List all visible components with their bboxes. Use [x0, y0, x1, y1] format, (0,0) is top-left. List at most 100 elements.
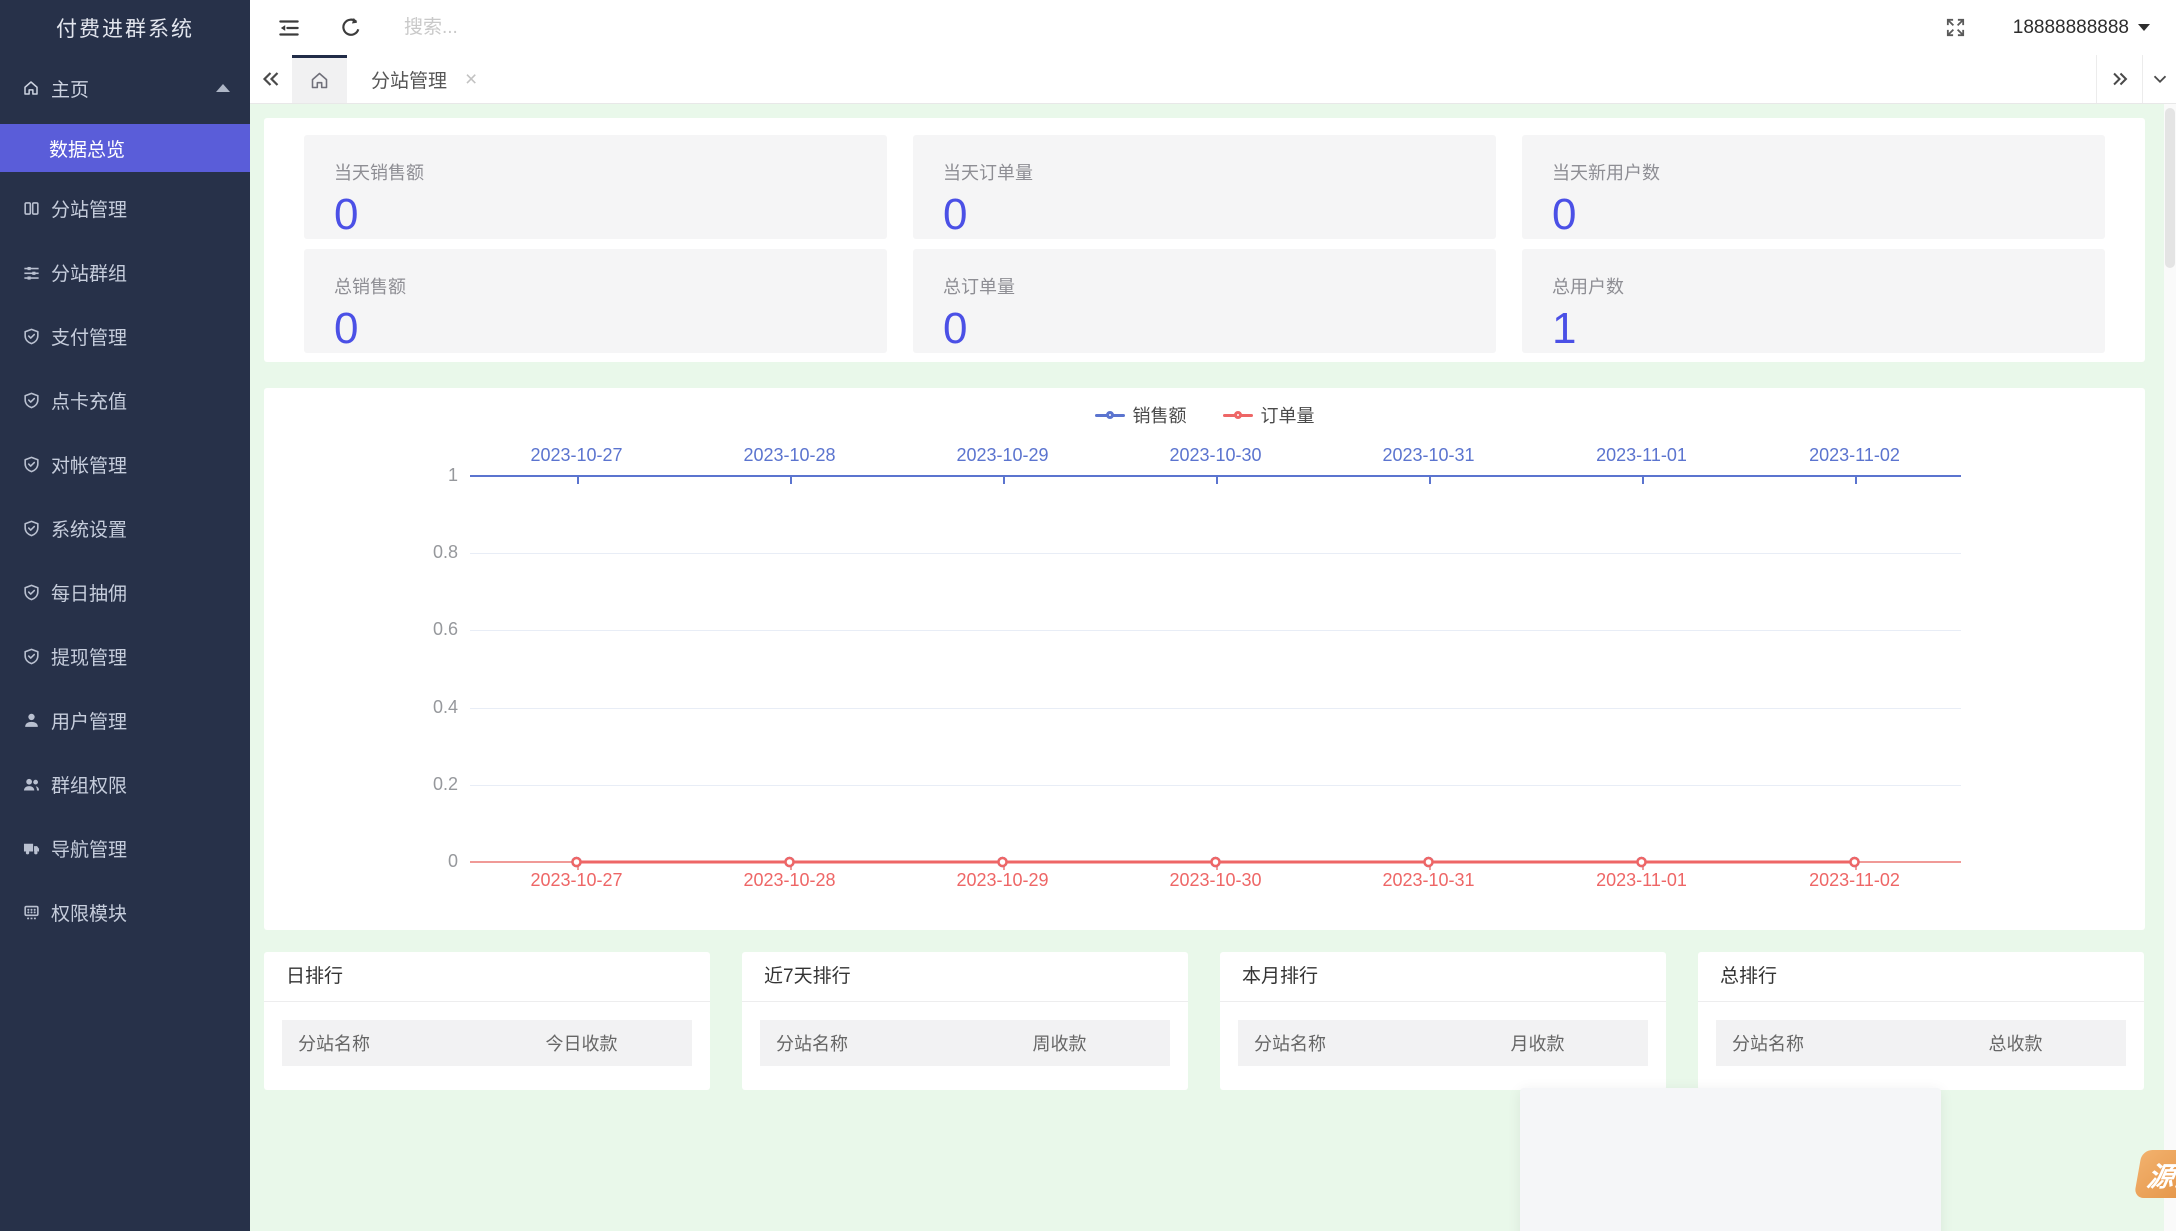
stats-panel: 当天销售额 0 当天订单量 0 当天新用户数 0 总销售额 0 总订单量 0 总… [264, 118, 2145, 362]
close-icon[interactable]: × [465, 69, 477, 90]
sidebar-item-withdrawal-management[interactable]: 提现管理 [0, 624, 250, 688]
column-header: 分站名称 [298, 1034, 370, 1054]
user-menu[interactable]: 18888888888 [2013, 17, 2150, 39]
sidebar-item-label: 对帐管理 [51, 455, 128, 477]
stat-card-total-sales: 总销售额 0 [304, 249, 887, 353]
double-chevron-left-icon [262, 72, 279, 86]
ranking-title: 日排行 [264, 952, 710, 1002]
sidebar-item-card-recharge[interactable]: 点卡充值 [0, 368, 250, 432]
double-chevron-right-icon [2112, 72, 2127, 86]
stat-value: 0 [1552, 190, 1577, 239]
user-phone: 18888888888 [2012, 16, 2129, 38]
ranking-panel-month: 本月排行 分站名称 月收款 [1220, 952, 1666, 1090]
sidebar-item-label: 群组权限 [51, 775, 128, 797]
sidebar-item-daily-commission[interactable]: 每日抽佣 [0, 560, 250, 624]
shield-check-icon [24, 328, 39, 344]
panels-icon [24, 201, 39, 215]
tabs-scroll-left-button[interactable] [250, 55, 292, 103]
sidebar-item-substation-groups[interactable]: 分站群组 [0, 240, 250, 304]
stat-card-today-new-users: 当天新用户数 0 [1522, 135, 2105, 239]
sidebar-item-payment-management[interactable]: 支付管理 [0, 304, 250, 368]
app-title: 付费进群系统 [56, 17, 194, 41]
stat-label: 总订单量 [943, 277, 1015, 297]
sliders-icon [24, 266, 39, 280]
sidebar-item-label: 数据总览 [49, 139, 126, 161]
tabs-menu-button[interactable] [2142, 55, 2176, 103]
sidebar-item-navigation-management[interactable]: 导航管理 [0, 816, 250, 880]
main-content: 当天销售额 0 当天订单量 0 当天新用户数 0 总销售额 0 总订单量 0 总… [250, 104, 2176, 1231]
sidebar-item-substation-management[interactable]: 分站管理 [0, 176, 250, 240]
search-input[interactable] [404, 16, 624, 39]
ranking-title: 总排行 [1698, 952, 2144, 1002]
data-point[interactable] [1423, 856, 1434, 868]
data-point[interactable] [997, 856, 1008, 868]
stat-value: 0 [943, 190, 968, 239]
sidebar-item-label: 每日抽佣 [51, 583, 128, 605]
data-point[interactable] [1849, 856, 1860, 868]
sidebar-item-label: 支付管理 [51, 327, 128, 349]
ranking-table-header: 分站名称 月收款 [1238, 1020, 1648, 1066]
data-point[interactable] [1210, 856, 1221, 868]
refresh-icon[interactable] [338, 15, 364, 41]
ranking-table-header: 分站名称 今日收款 [282, 1020, 692, 1066]
sidebar: 付费进群系统 主页 数据总览 分站管理 分站群组 支付管理 点卡充值 对帐管理 [0, 0, 250, 1231]
column-header: 周收款 [1032, 1034, 1087, 1054]
stat-card-today-orders: 当天订单量 0 [913, 135, 1496, 239]
sidebar-item-reconciliation-management[interactable]: 对帐管理 [0, 432, 250, 496]
home-icon [24, 81, 38, 95]
sidebar-item-data-overview[interactable]: 数据总览 [0, 124, 250, 172]
dashboard-page: { "app": { "title": "付费进群系统", "user_phon… [0, 0, 2176, 1231]
stat-value: 1 [1552, 304, 1577, 353]
users-icon [23, 778, 40, 790]
sidebar-item-label: 主页 [51, 79, 90, 101]
ranking-title: 近7天排行 [742, 952, 1188, 1002]
scrollbar[interactable] [2164, 104, 2176, 1231]
stat-label: 当天销售额 [334, 163, 424, 183]
chevron-down-icon [2138, 24, 2150, 31]
column-header: 分站名称 [776, 1034, 848, 1054]
sidebar-item-permission-module[interactable]: 权限模块 [0, 880, 250, 944]
sidebar-item-user-management[interactable]: 用户管理 [0, 688, 250, 752]
column-header: 月收款 [1510, 1034, 1565, 1054]
ranking-panel-daily: 日排行 分站名称 今日收款 [264, 952, 710, 1090]
sidebar-item-group-permissions[interactable]: 群组权限 [0, 752, 250, 816]
stat-label: 当天订单量 [943, 163, 1033, 183]
stat-value: 0 [943, 304, 968, 353]
data-point[interactable] [1636, 856, 1647, 868]
stat-value: 0 [334, 190, 359, 239]
sidebar-item-home[interactable]: 主页 [0, 63, 250, 113]
data-point[interactable] [571, 856, 582, 868]
sidebar-item-label: 导航管理 [51, 839, 128, 861]
ranking-panel-week: 近7天排行 分站名称 周收款 [742, 952, 1188, 1090]
sidebar-nav-list: 分站管理 分站群组 支付管理 点卡充值 对帐管理 系统设置 每日抽佣 提现管理 [0, 176, 250, 944]
sidebar-item-system-settings[interactable]: 系统设置 [0, 496, 250, 560]
shield-check-icon [24, 648, 39, 664]
tab-home[interactable] [292, 55, 347, 103]
ranking-panel-total: 总排行 分站名称 总收款 [1698, 952, 2144, 1090]
topbar: 18888888888 [250, 0, 2176, 55]
stat-value: 0 [334, 304, 359, 353]
truck-icon [23, 843, 40, 854]
tab-substation-management[interactable]: 分站管理 × [347, 55, 493, 103]
column-header: 总收款 [1988, 1034, 2043, 1054]
collapse-sidebar-icon[interactable] [276, 15, 302, 41]
scrollbar-thumb[interactable] [2165, 108, 2175, 268]
stat-card-total-orders: 总订单量 0 [913, 249, 1496, 353]
shield-check-icon [24, 584, 39, 600]
tabbar: 分站管理 × [250, 55, 2176, 104]
sidebar-item-label: 系统设置 [51, 519, 128, 541]
chart-panel: 销售额 订单量 0 0.2 0.4 0.6 0.8 1 2023-10-27 2023-10-… [264, 388, 2145, 930]
ranking-title: 本月排行 [1220, 952, 1666, 1002]
sidebar-item-label: 用户管理 [51, 711, 128, 733]
tabs-scroll-right-button[interactable] [2096, 55, 2142, 103]
stat-label: 总销售额 [334, 277, 406, 297]
stat-label: 总用户数 [1552, 277, 1624, 297]
data-point[interactable] [784, 856, 795, 868]
fullscreen-icon[interactable] [1944, 16, 1967, 39]
sidebar-item-label: 分站管理 [51, 199, 128, 221]
sidebar-item-label: 提现管理 [51, 647, 128, 669]
keypad-icon [24, 905, 39, 919]
loading-overlay-box [1520, 1088, 1941, 1231]
ranking-table-header: 分站名称 总收款 [1716, 1020, 2126, 1066]
